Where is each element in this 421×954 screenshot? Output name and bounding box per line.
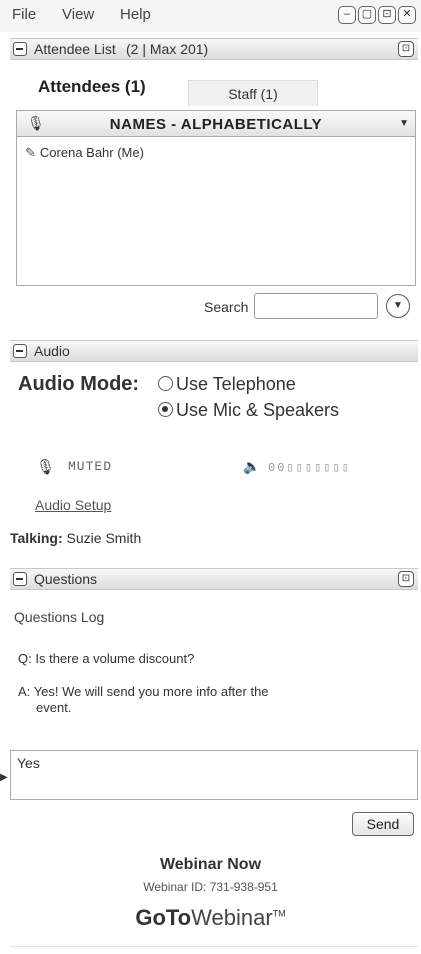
collapse-icon[interactable] — [13, 572, 27, 586]
questions-log-label: Questions Log — [14, 609, 105, 625]
audio-mode-label: Audio Mode: — [18, 373, 140, 395]
tab-attendees[interactable]: Attendees (1) — [38, 77, 146, 97]
menu-view[interactable]: View — [62, 6, 94, 23]
gotowebinar-logo: GoToWebinarTM — [0, 905, 421, 931]
answer-item: A: Yes! We will send you more info after… — [18, 682, 368, 702]
attendee-name: Corena Bahr (Me) — [39, 145, 144, 160]
pointer-arrow-icon: ▶ — [0, 772, 8, 783]
audio-setup-link[interactable]: Audio Setup — [35, 497, 111, 513]
webinar-id: Webinar ID: 731-938-951 — [143, 880, 278, 894]
menu-file[interactable]: File — [12, 6, 36, 23]
answer-prefix: A: — [18, 684, 31, 699]
radio-label: Use Mic & Speakers — [176, 400, 340, 420]
collapse-icon[interactable] — [13, 344, 27, 358]
radio-selected-icon[interactable] — [158, 402, 173, 417]
menu-help[interactable]: Help — [120, 6, 151, 23]
speaker-icon[interactable]: 🔈 — [243, 458, 260, 475]
sort-dropdown[interactable]: 🎙 NAMES - ALPHABETICALLY ▼ — [17, 111, 415, 137]
questions-header[interactable]: Questions ⊡ — [10, 568, 418, 590]
brand-tm: TM — [272, 908, 286, 919]
audio-header[interactable]: Audio — [10, 340, 418, 362]
pencil-icon: ✎ — [25, 145, 36, 160]
volume-level-meter: 00▯▯▯▯▯▯▯ — [268, 461, 351, 475]
close-button[interactable]: ✕ — [398, 6, 416, 24]
search-input[interactable] — [254, 293, 378, 319]
webinar-title: Webinar Now — [159, 856, 262, 873]
question-reply-input[interactable]: Yes — [10, 750, 418, 800]
send-button[interactable]: Send — [352, 812, 414, 836]
audio-title: Audio — [34, 343, 70, 359]
popout-icon[interactable]: ⊡ — [398, 41, 414, 57]
attendee-count: (2 | Max 201) — [126, 41, 209, 57]
talking-label: Talking: — [10, 530, 63, 546]
radio-label: Use Telephone — [176, 374, 296, 394]
mic-status: MUTED — [68, 459, 113, 474]
brand-webinar: Webinar — [191, 905, 273, 930]
popout-icon[interactable]: ⊡ — [398, 571, 414, 587]
tab-staff[interactable]: Staff (1) — [188, 80, 318, 106]
attendee-list: 🎙 NAMES - ALPHABETICALLY ▼ ✎ Corena Bahr … — [16, 110, 416, 286]
collapse-icon[interactable] — [13, 42, 27, 56]
talking-indicator: Talking: Suzie Smith — [10, 530, 141, 546]
minimize-button[interactable]: – — [338, 6, 356, 24]
chevron-down-icon[interactable]: ▼ — [399, 118, 409, 129]
question-item: Q: Is there a volume discount? — [18, 649, 194, 669]
radio-icon[interactable] — [158, 376, 173, 391]
brand-goto: GoTo — [135, 905, 192, 930]
menu-bar: File View Help – ▢ ⊡ ✕ — [0, 0, 421, 32]
search-go-icon[interactable]: ▼ — [386, 294, 410, 318]
search-label: Search — [204, 299, 249, 315]
restore-button[interactable]: ▢ — [358, 6, 376, 24]
attendee-list-title: Attendee List — [34, 41, 116, 57]
list-item[interactable]: ✎ Corena Bahr (Me) — [25, 145, 144, 161]
bottom-divider — [10, 946, 418, 947]
radio-use-telephone[interactable]: Use Telephone — [158, 374, 296, 395]
question-prefix: Q: — [18, 651, 32, 666]
popout-button[interactable]: ⊡ — [378, 6, 396, 24]
sort-label: NAMES - ALPHABETICALLY — [109, 116, 323, 133]
answer-continuation: event. — [36, 700, 72, 715]
answer-text: Yes! We will send you more info after th… — [33, 684, 269, 699]
question-text: Is there a volume discount? — [35, 651, 195, 666]
radio-use-mic-speakers[interactable]: Use Mic & Speakers — [158, 400, 339, 421]
microphone-icon[interactable]: 🎙 — [36, 458, 55, 476]
attendee-list-header[interactable]: Attendee List (2 | Max 201) ⊡ — [10, 38, 418, 60]
questions-title: Questions — [34, 571, 98, 587]
talking-name: Suzie Smith — [66, 530, 142, 546]
